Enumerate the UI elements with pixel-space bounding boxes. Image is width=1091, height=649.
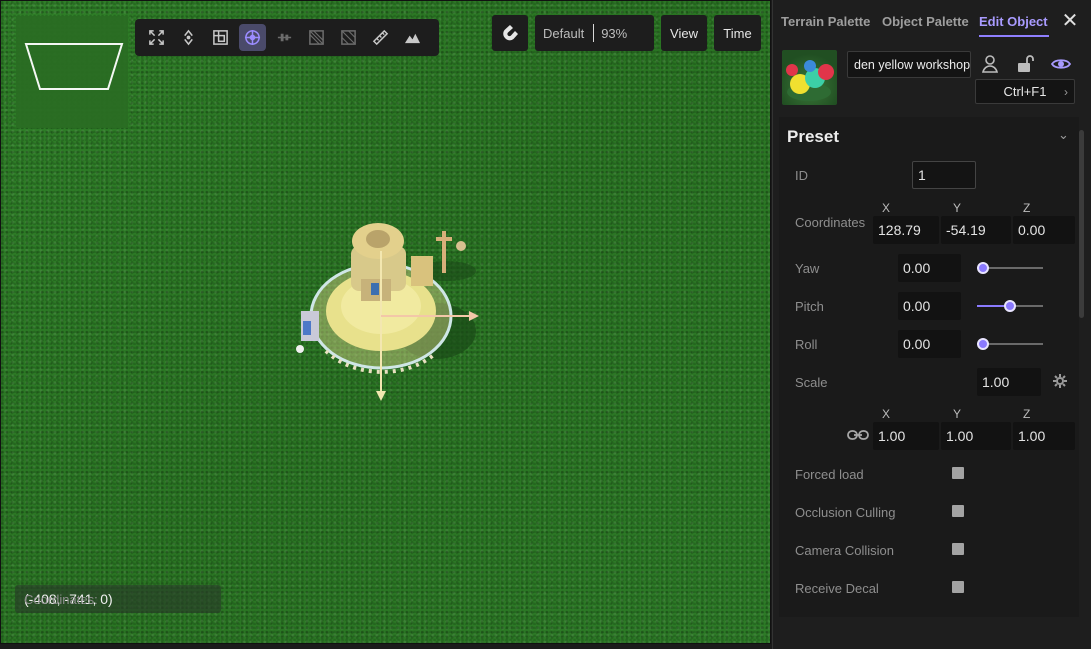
panel-scrollbar[interactable]	[1079, 130, 1084, 318]
tab-terrain-palette[interactable]: Terrain Palette	[781, 14, 870, 29]
ruler-button[interactable]	[367, 24, 394, 51]
snap-grid-2-icon	[341, 30, 356, 45]
frame-tool-button[interactable]	[207, 24, 234, 51]
camera-frustum-icon	[24, 43, 124, 90]
user-location-icon[interactable]	[979, 53, 1001, 75]
pitch-slider[interactable]	[977, 299, 1043, 313]
coord-z-input[interactable]: 0.00	[1013, 216, 1075, 244]
shortcut-value: Ctrl+F1	[1003, 84, 1047, 99]
roll-label: Roll	[795, 337, 818, 352]
occlusion-culling-label: Occlusion Culling	[795, 505, 896, 520]
magnet-button[interactable]	[492, 15, 528, 51]
magnet-icon	[503, 25, 518, 41]
camera-collision-checkbox[interactable]	[952, 543, 964, 555]
roll-input[interactable]: 0.00	[898, 330, 961, 358]
view-button[interactable]: View	[661, 15, 707, 51]
properties-panel: Terrain Palette Object Palette Edit Obje…	[772, 0, 1091, 649]
scale-input[interactable]: 1.00	[977, 368, 1041, 396]
tab-edit-object[interactable]: Edit Object	[979, 14, 1048, 29]
slider-thumb[interactable]	[977, 262, 989, 274]
fullscreen-icon	[149, 30, 164, 45]
cursor-coordinates-readout: Coordinates: (-408, -741, 0)	[15, 585, 221, 613]
shortcut-field[interactable]: Ctrl+F1 ›	[975, 79, 1075, 104]
unlock-icon[interactable]	[1014, 53, 1036, 75]
preset-section	[779, 117, 1079, 617]
panel-tabs: Terrain Palette Object Palette Edit Obje…	[773, 0, 1091, 40]
zoom-value[interactable]: 93%	[601, 26, 627, 41]
terrain-icon	[404, 33, 421, 44]
preset-divider	[593, 24, 595, 42]
chevron-down-icon[interactable]: ⌄	[1058, 127, 1069, 143]
link-icon[interactable]	[847, 428, 869, 442]
active-tab-indicator	[979, 35, 1049, 37]
yaw-slider[interactable]	[977, 261, 1043, 275]
yaw-label: Yaw	[795, 261, 820, 276]
coord-y-input[interactable]: -54.19	[941, 216, 1011, 244]
pitch-input[interactable]: 0.00	[898, 292, 961, 320]
ruler-icon	[372, 29, 389, 46]
receive-decal-checkbox[interactable]	[952, 581, 964, 593]
frame-icon	[213, 30, 228, 45]
snap-grid-2-button[interactable]	[335, 24, 362, 51]
align-icon	[277, 33, 292, 42]
move-gizmo-button[interactable]	[239, 24, 266, 51]
receive-decal-label: Receive Decal	[795, 581, 879, 596]
tab-object-palette[interactable]: Object Palette	[882, 14, 969, 29]
coord-x-input[interactable]: 128.79	[873, 216, 939, 244]
coord-axis-y: Y	[953, 201, 962, 215]
yaw-input[interactable]: 0.00	[898, 254, 961, 282]
forced-load-checkbox[interactable]	[952, 467, 964, 479]
pitch-label: Pitch	[795, 299, 824, 314]
viewport-toolbar	[135, 19, 439, 56]
scale-label: Scale	[795, 375, 828, 390]
preset-section-title: Preset	[787, 127, 839, 146]
camera-collision-label: Camera Collision	[795, 543, 894, 558]
camera-preset-selector[interactable]: Default 93%	[535, 15, 654, 51]
terrain-button[interactable]	[399, 24, 426, 51]
snap-grid-icon	[309, 30, 324, 45]
id-label: ID	[795, 168, 808, 183]
slider-thumb[interactable]	[977, 338, 989, 350]
cursor-coordinates-label: Coordinates:	[24, 591, 98, 607]
scene-viewport[interactable]: Default 93% View Time Coordinates: (-408…	[0, 0, 771, 644]
rotate-icon	[184, 29, 193, 46]
occlusion-culling-checkbox[interactable]	[952, 505, 964, 517]
gear-icon[interactable]	[1052, 373, 1068, 389]
coordinates-label: Coordinates	[795, 215, 866, 230]
fullscreen-button[interactable]	[143, 24, 170, 51]
scale-axis-x: X	[882, 407, 891, 421]
object-name-field[interactable]: den yellow workshop	[847, 51, 971, 78]
selected-building-object[interactable]	[286, 211, 516, 411]
scale-x-input[interactable]: 1.00	[873, 422, 939, 450]
close-icon[interactable]: ✕	[1059, 10, 1081, 32]
camera-preset-label: Default	[543, 25, 585, 41]
object-thumbnail	[782, 50, 837, 105]
coord-axis-z: Z	[1023, 201, 1031, 215]
minimap[interactable]	[16, 16, 128, 128]
chevron-right-icon: ›	[1064, 84, 1068, 99]
id-input[interactable]: 1	[912, 161, 976, 189]
scale-z-input[interactable]: 1.00	[1013, 422, 1075, 450]
rotate-tool-button[interactable]	[175, 24, 202, 51]
move-gizmo-icon	[244, 29, 261, 46]
coord-axis-x: X	[882, 201, 891, 215]
align-button[interactable]	[271, 24, 298, 51]
time-button[interactable]: Time	[714, 15, 761, 51]
eye-icon[interactable]	[1050, 53, 1072, 75]
snap-grid-button[interactable]	[303, 24, 330, 51]
scale-y-input[interactable]: 1.00	[941, 422, 1011, 450]
scale-axis-y: Y	[953, 407, 962, 421]
forced-load-label: Forced load	[795, 467, 864, 482]
scale-axis-z: Z	[1023, 407, 1031, 421]
slider-thumb[interactable]	[1004, 300, 1016, 312]
roll-slider[interactable]	[977, 337, 1043, 351]
